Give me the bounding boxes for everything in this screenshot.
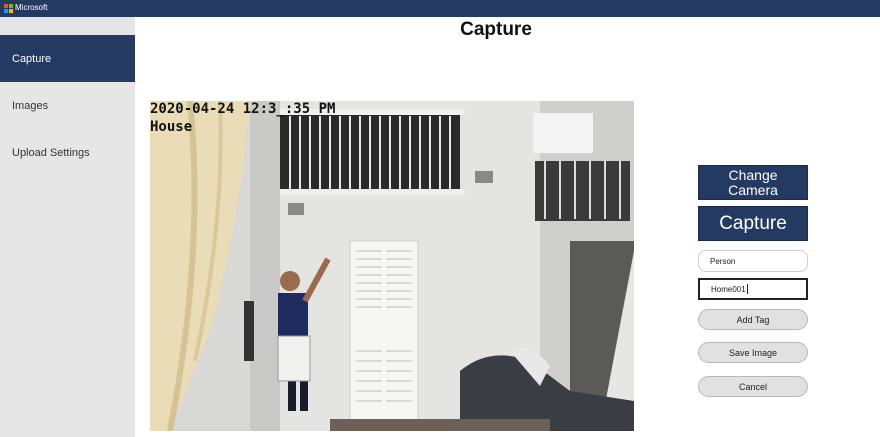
- page-title: Capture: [460, 19, 532, 40]
- sidebar-item-upload-settings[interactable]: Upload Settings: [0, 129, 135, 176]
- sidebar-item-label: Upload Settings: [12, 146, 90, 159]
- camera-feed: 2020-04-24 12:3_:35 PM House: [150, 101, 634, 431]
- cancel-button[interactable]: Cancel: [698, 376, 808, 397]
- save-image-button[interactable]: Save Image: [698, 342, 808, 363]
- microsoft-logo-icon: [4, 4, 13, 13]
- image-name-input[interactable]: Home001: [698, 278, 808, 300]
- title-bar: Microsoft: [0, 0, 880, 17]
- capture-button-label: Capture: [719, 212, 787, 234]
- brand-label: Microsoft: [15, 3, 48, 12]
- save-image-label: Save Image: [728, 347, 778, 358]
- sidebar-item-capture[interactable]: Capture: [0, 35, 135, 82]
- cancel-label: Cancel: [738, 381, 767, 392]
- sidebar: Capture Images Upload Settings: [0, 17, 135, 437]
- add-tag-button[interactable]: Add Tag: [698, 309, 808, 330]
- camera-location: House: [150, 119, 193, 135]
- change-camera-label-line2: Camera: [728, 181, 778, 198]
- sidebar-item-label: Capture: [12, 52, 52, 65]
- add-tag-label: Add Tag: [736, 314, 770, 325]
- change-camera-button[interactable]: Change Camera: [698, 165, 808, 200]
- capture-button[interactable]: Capture: [698, 206, 808, 241]
- sidebar-item-label: Images: [12, 99, 49, 112]
- image-name-input-value: Home001: [711, 284, 746, 294]
- sidebar-item-images[interactable]: Images: [0, 82, 135, 129]
- text-cursor: [746, 284, 748, 294]
- camera-timestamp: 2020-04-24 12:3_:35 PM: [150, 101, 336, 117]
- change-camera-label-line1: Change: [728, 166, 778, 183]
- tag-input-value: Person: [710, 256, 736, 266]
- camera-scene: [150, 101, 634, 431]
- tag-input[interactable]: Person: [698, 250, 808, 272]
